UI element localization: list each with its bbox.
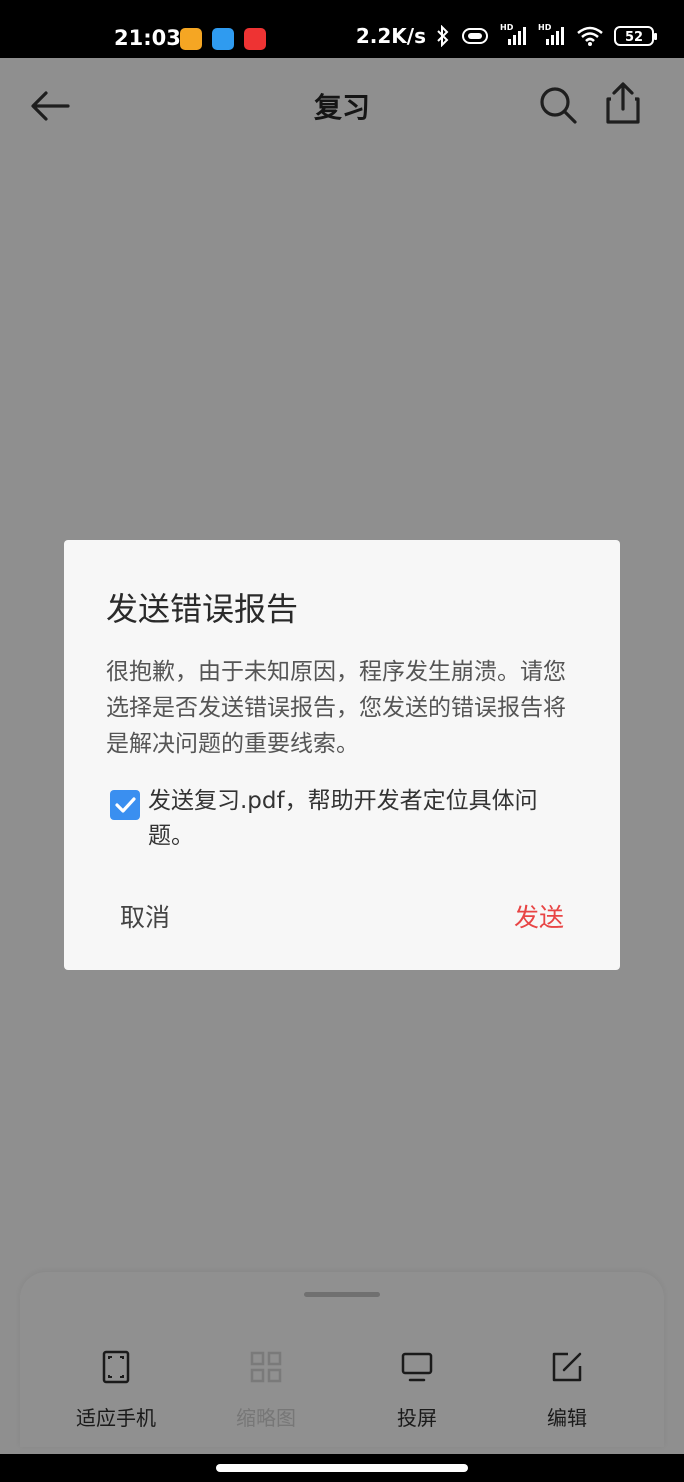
battery-icon: 52: [614, 26, 657, 46]
checkmark-icon: [115, 797, 136, 813]
document-screen: 复习 发送错误报告 很抱歉，由于未知原因，程序发生崩溃。请您选择是否发送错误报告…: [0, 58, 684, 1454]
tool-thumbnails[interactable]: 缩略图: [206, 1350, 326, 1431]
error-report-dialog: 发送错误报告 很抱歉，由于未知原因，程序发生崩溃。请您选择是否发送错误报告，您发…: [64, 540, 620, 970]
notification-app-icon-3: [244, 28, 266, 50]
tool-edit-label: 编辑: [547, 1406, 587, 1430]
tool-edit[interactable]: 编辑: [507, 1350, 627, 1431]
attach-file-checkbox[interactable]: [110, 790, 140, 820]
status-right: 2.2K/s HD HD 52: [355, 23, 657, 48]
home-gesture-bar[interactable]: [216, 1464, 468, 1472]
status-time: 21:03: [114, 26, 181, 50]
wifi-icon: [577, 26, 603, 46]
tool-fit-screen-label: 适应手机: [76, 1406, 156, 1430]
vibrate-icon: [462, 28, 488, 44]
dialog-message: 很抱歉，由于未知原因，程序发生崩溃。请您选择是否发送错误报告，您发送的错误报告将…: [106, 659, 566, 757]
status-bar: 21:03 2.2K/s HD HD 52: [0, 0, 684, 58]
attach-file-label[interactable]: 发送复习.pdf，帮助开发者定位具体问题。: [148, 784, 578, 854]
signal-icon-1: HD: [500, 23, 528, 47]
cast-screen-icon: [401, 1352, 433, 1382]
notification-app-icon-2: [212, 28, 234, 50]
network-speed: 2.2K/s: [355, 24, 426, 48]
signal-icon-2: HD: [538, 23, 566, 47]
tool-cast-screen-label: 投屏: [397, 1406, 437, 1430]
tool-fit-screen[interactable]: 适应手机: [56, 1350, 176, 1431]
edit-icon: [552, 1352, 582, 1382]
bottom-tool-panel: 适应手机 缩略图 投屏 编辑: [20, 1272, 664, 1447]
signal-badge-1: HD: [500, 23, 514, 32]
bluetooth-icon: [437, 25, 449, 47]
tool-thumbnails-label: 缩略图: [236, 1406, 296, 1430]
share-icon[interactable]: [604, 81, 642, 125]
panel-drag-handle[interactable]: [304, 1292, 380, 1297]
notification-app-icon-1: [180, 28, 202, 50]
search-icon[interactable]: [538, 85, 578, 125]
system-nav-bar: [0, 1454, 684, 1482]
fit-screen-icon: [102, 1350, 130, 1384]
cancel-button[interactable]: 取消: [120, 898, 170, 934]
dialog-title: 发送错误报告: [106, 590, 299, 628]
send-button[interactable]: 发送: [514, 898, 564, 934]
top-app-bar: 复习: [0, 58, 684, 153]
tool-cast-screen[interactable]: 投屏: [357, 1350, 477, 1431]
thumbnail-grid-icon: [250, 1351, 282, 1383]
page-title: 复习: [313, 91, 370, 124]
signal-badge-2: HD: [538, 23, 552, 32]
